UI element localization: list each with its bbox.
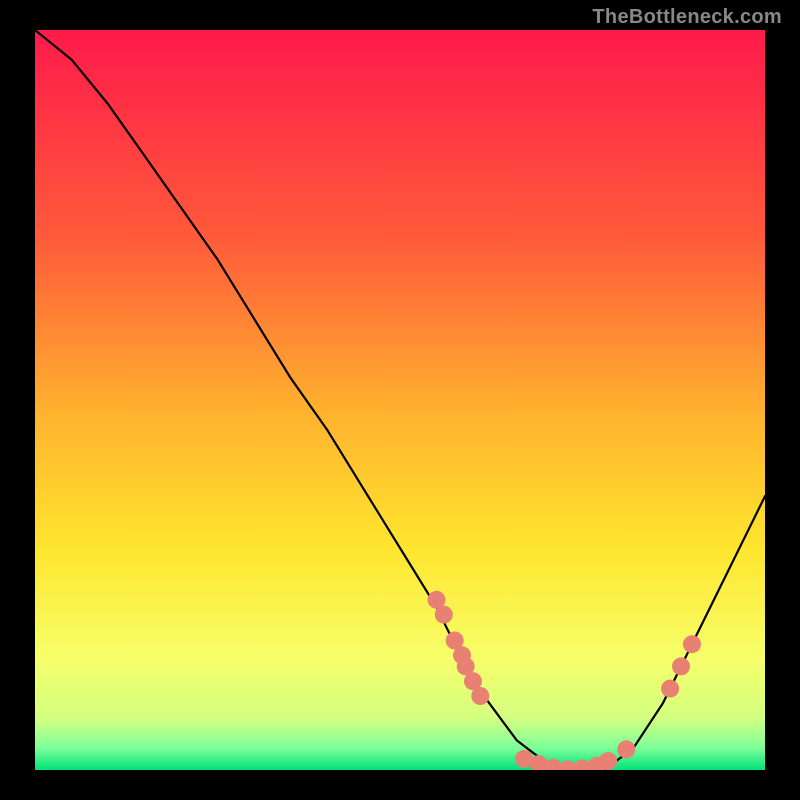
chart-frame: TheBottleneck.com (0, 0, 800, 800)
data-marker (683, 635, 701, 653)
data-marker (617, 740, 635, 758)
plot-area (35, 30, 765, 770)
data-marker (672, 657, 690, 675)
watermark-text: TheBottleneck.com (592, 6, 782, 29)
data-marker (661, 680, 679, 698)
data-marker (435, 606, 453, 624)
chart-svg (35, 30, 765, 770)
gradient-background (35, 30, 765, 770)
data-marker (599, 752, 617, 770)
data-marker (471, 687, 489, 705)
